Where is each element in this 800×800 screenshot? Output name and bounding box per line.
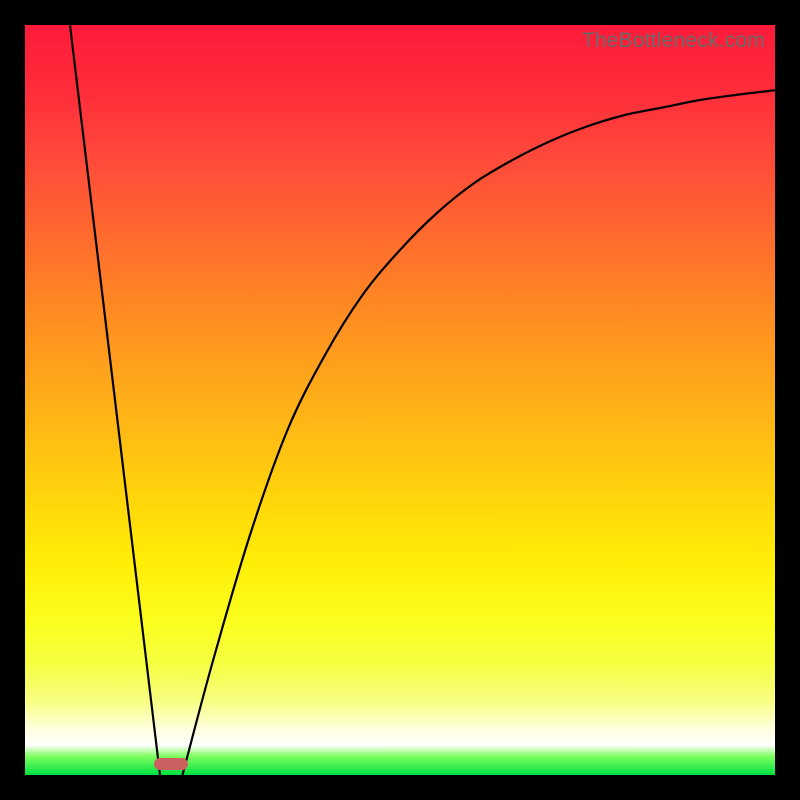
curve-right-segment	[183, 90, 776, 775]
optimal-marker	[154, 758, 188, 770]
curve-left-segment	[70, 25, 160, 775]
bottleneck-curve	[25, 25, 775, 775]
chart-plot-area: TheBottleneck.com	[25, 25, 775, 775]
